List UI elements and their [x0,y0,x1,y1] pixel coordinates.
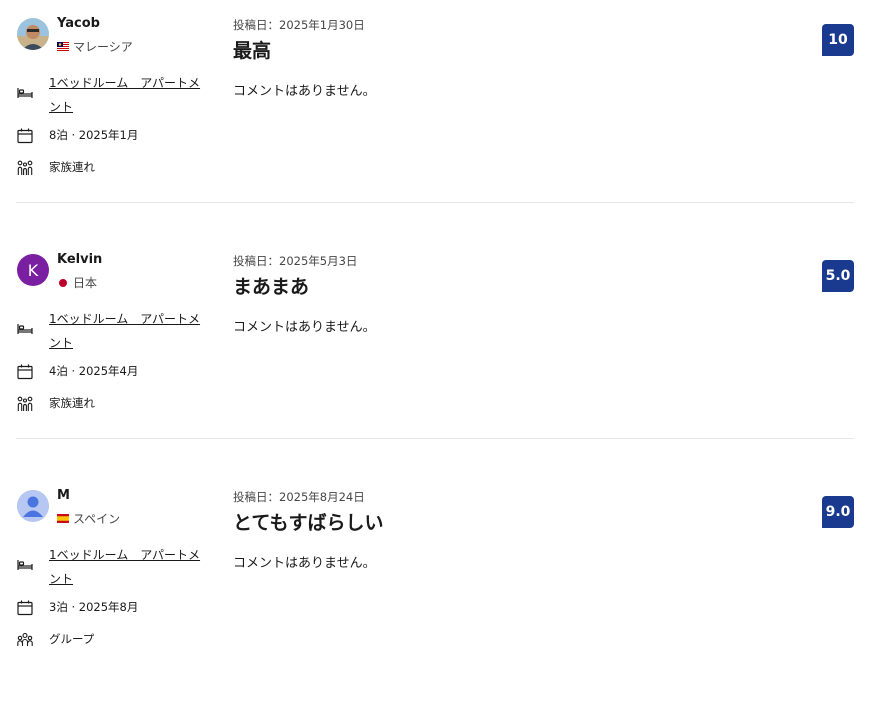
user-avatar-photo [17,18,49,50]
calendar-icon [17,128,33,144]
review-comment: コメントはありません。 [233,84,376,99]
country-label: スペイン [73,512,121,526]
reviewer-country: スペイン [57,510,120,527]
review-card: M スペイン 1ベッドルーム アパートメント 3泊 · 2025年8月 グループ… [0,472,872,708]
country-label: マレーシア [73,40,133,54]
bed-icon [17,324,33,334]
user-avatar-letter: K [17,254,49,286]
bed-icon [17,560,33,570]
spain-flag-icon [57,514,69,523]
reviewer-name: M [57,488,70,503]
calendar-icon [17,600,33,616]
review-comment: コメントはありません。 [233,556,376,571]
family-icon [17,396,33,411]
stay-info: 3泊 · 2025年8月 [49,600,139,614]
malaysia-flag-icon [57,42,69,51]
post-date: 投稿日：2025年5月3日 [233,254,358,268]
reviewer-name: Kelvin [57,252,103,267]
room-type-link[interactable]: 1ベッドルーム アパートメント [49,307,209,355]
review-comment: コメントはありません。 [233,320,376,335]
group-icon [17,632,33,646]
bed-icon [17,88,33,98]
traveler-type: 家族連れ [49,160,95,174]
reviewer-country: マレーシア [57,38,133,55]
review-card: Yacob マレーシア 1ベッドルーム アパートメント 8泊 · 2025年1月 [0,0,872,236]
calendar-icon [17,364,33,380]
reviewer-name: Yacob [57,16,100,31]
traveler-type: グループ [49,632,95,646]
divider [16,202,854,203]
post-date: 投稿日：2025年1月30日 [233,18,365,32]
divider [16,438,854,439]
reviewer-country: 日本 [57,274,97,291]
room-type-link[interactable]: 1ベッドルーム アパートメント [49,543,209,591]
room-type-link[interactable]: 1ベッドルーム アパートメント [49,71,209,119]
default-user-icon [17,490,49,522]
review-list: Yacob マレーシア 1ベッドルーム アパートメント 8泊 · 2025年1月 [0,0,872,666]
stay-info: 4泊 · 2025年4月 [49,364,139,378]
traveler-type: 家族連れ [49,396,95,410]
review-score-badge: 5.0 [822,260,854,292]
review-title: 最高 [233,40,272,62]
review-title: とてもすばらしい [233,512,384,534]
post-date: 投稿日：2025年8月24日 [233,490,365,504]
review-title: まあまあ [233,276,310,298]
review-score-badge: 9.0 [822,496,854,528]
country-label: 日本 [73,276,98,290]
family-icon [17,160,33,175]
review-card: K Kelvin 日本 1ベッドルーム アパートメント 4泊 · 2025年4月… [0,236,872,472]
review-score-badge: 10 [822,24,854,56]
japan-flag-icon [59,278,67,287]
stay-info: 8泊 · 2025年1月 [49,128,139,142]
